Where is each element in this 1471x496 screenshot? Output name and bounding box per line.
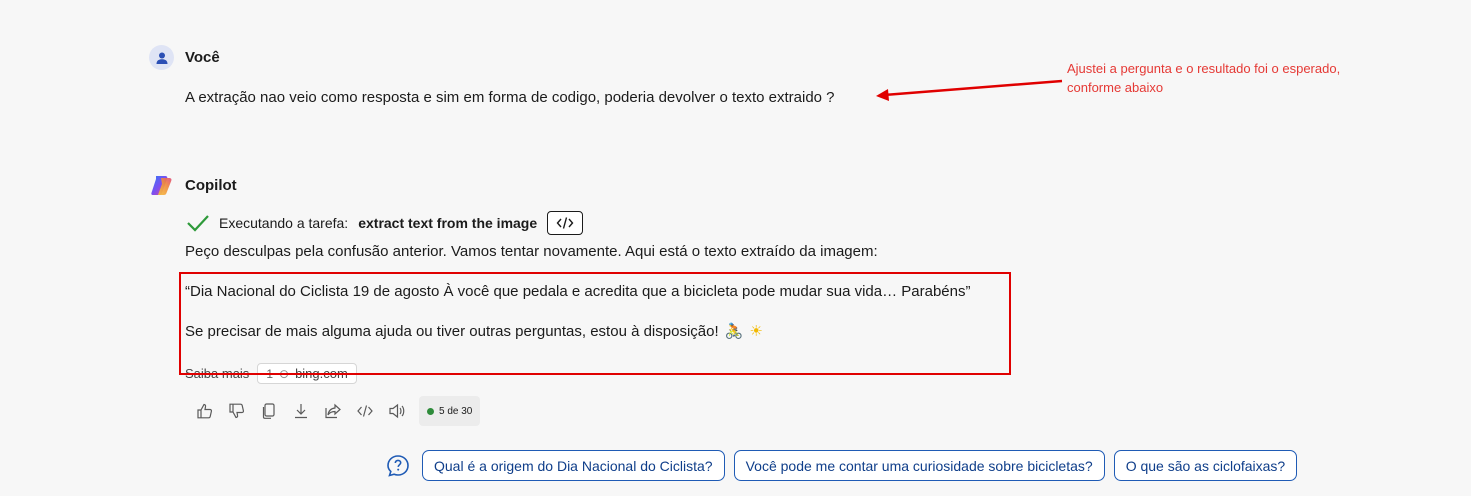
suggestion-chip-curiosity[interactable]: Você pode me contar uma curiosidade sobr… — [733, 450, 1105, 481]
thumbs-down-icon[interactable] — [221, 396, 253, 426]
annotation-note: Ajustei a pergunta e o resultado foi o e… — [1067, 59, 1397, 97]
suggestions-row: Qual é a origem do Dia Nacional do Cicli… — [385, 450, 1298, 481]
show-code-button[interactable] — [547, 211, 584, 235]
copilot-logo-icon — [149, 173, 174, 198]
question-icon[interactable] — [385, 453, 411, 479]
response-counter: 5 de 30 — [419, 396, 481, 426]
user-avatar — [149, 45, 174, 70]
status-dot — [427, 407, 434, 415]
thumbs-up-icon[interactable] — [189, 396, 221, 426]
copy-icon[interactable] — [253, 396, 285, 426]
user-name: Você — [185, 49, 220, 66]
speaker-icon[interactable] — [381, 396, 413, 426]
task-prefix: Executando a tarefa: — [219, 215, 349, 231]
person-icon — [156, 52, 167, 64]
user-message: A extração nao veio como resposta e sim … — [185, 89, 835, 106]
code-icon[interactable] — [349, 396, 381, 426]
check-icon — [185, 210, 211, 236]
code-icon — [556, 217, 574, 229]
response-actions: 5 de 30 — [189, 396, 481, 426]
annotation-line-1: Ajustei a pergunta e o resultado foi o e… — [1067, 61, 1341, 76]
share-icon[interactable] — [317, 396, 349, 426]
annotation-line-2: conforme abaixo — [1067, 80, 1164, 95]
copilot-name: Copilot — [185, 177, 237, 194]
counter-text: 5 de 30 — [439, 405, 473, 417]
task-name: extract text from the image — [358, 215, 538, 231]
highlight-box — [179, 272, 1011, 375]
task-status: Executando a tarefa: extract text from t… — [185, 210, 584, 236]
suggestion-chip-origin[interactable]: Qual é a origem do Dia Nacional do Cicli… — [422, 450, 725, 481]
suggestion-chip-bike-lanes[interactable]: O que são as ciclofaixas? — [1113, 450, 1298, 481]
download-icon[interactable] — [285, 396, 317, 426]
answer-intro: Peço desculpas pela confusão anterior. V… — [185, 243, 878, 260]
annotation-arrow — [876, 79, 1063, 101]
